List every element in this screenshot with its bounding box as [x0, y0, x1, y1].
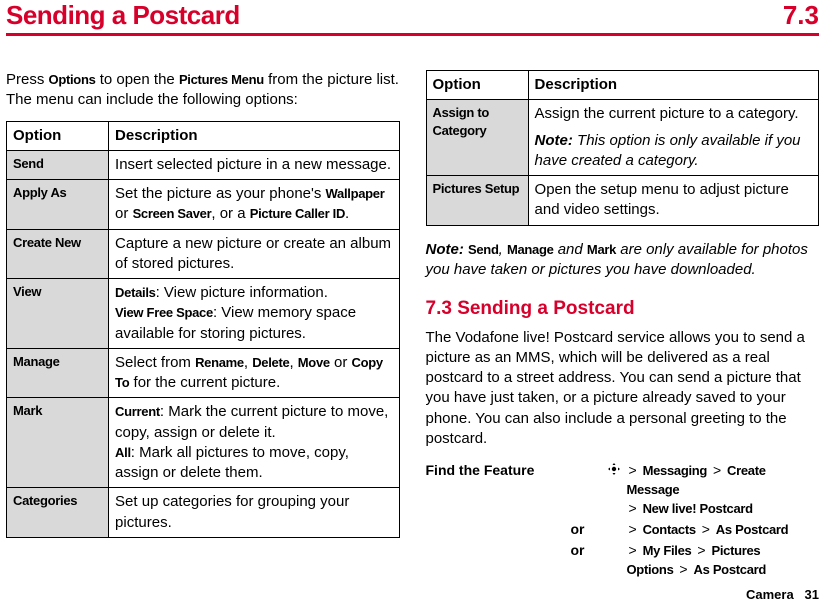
page-footer: Camera 31 — [746, 587, 819, 602]
option-name: Send — [7, 150, 109, 179]
find-row: > Messaging > Create Message > New live!… — [571, 461, 820, 518]
option-desc: Details: View picture information. View … — [109, 279, 399, 349]
table-header-row: Option Description — [426, 71, 819, 100]
options-table-left: Option Description Send Insert selected … — [6, 121, 400, 538]
content-columns: Press Options to open the Pictures Menu … — [0, 42, 835, 580]
options-table-right: Option Description Assign to Category As… — [426, 70, 820, 226]
option-name: Create New — [7, 229, 109, 279]
find-feature-label: Find the Feature — [426, 461, 571, 580]
option-desc: Open the setup menu to adjust picture an… — [528, 176, 818, 226]
find-path: > My Files > Pictures Options > As Postc… — [627, 541, 820, 579]
th-option: Option — [7, 121, 109, 150]
table-row: Create New Capture a new picture or crea… — [7, 229, 400, 279]
page-title: Sending a Postcard — [6, 0, 240, 31]
option-name: Manage — [7, 348, 109, 398]
page-header: Sending a Postcard 7.3 — [0, 0, 835, 42]
note-line: Note: Send, Manage and Mark are only ava… — [426, 240, 820, 281]
option-desc: Set the picture as your phone's Wallpape… — [109, 180, 399, 230]
find-path: > Contacts > As Postcard — [627, 520, 820, 539]
table-row: View Details: View picture information. … — [7, 279, 400, 349]
option-desc: Current: Mark the current picture to mov… — [109, 398, 399, 488]
intro-text: Press Options to open the Pictures Menu … — [6, 70, 400, 111]
option-name: Apply As — [7, 180, 109, 230]
option-desc: Insert selected picture in a new message… — [109, 150, 399, 179]
nav-key-icon — [601, 461, 627, 480]
th-option: Option — [426, 71, 528, 100]
find-feature-block: Find the Feature > Messaging > Create Me… — [426, 461, 820, 580]
header-rule — [6, 33, 819, 36]
table-row: Send Insert selected picture in a new me… — [7, 150, 400, 179]
option-name: View — [7, 279, 109, 349]
table-row: Pictures Setup Open the setup menu to ad… — [426, 176, 819, 226]
find-path: > Messaging > Create Message > New live!… — [627, 461, 820, 518]
table-row: Apply As Set the picture as your phone's… — [7, 180, 400, 230]
option-desc: Assign the current picture to a category… — [528, 100, 818, 176]
option-name: Mark — [7, 398, 109, 488]
left-column: Press Options to open the Pictures Menu … — [6, 70, 400, 580]
option-name: Assign to Category — [426, 100, 528, 176]
find-row: or > Contacts > As Postcard — [571, 520, 820, 539]
table-header-row: Option Description — [7, 121, 400, 150]
table-row: Mark Current: Mark the current picture t… — [7, 398, 400, 488]
footer-section: Camera — [746, 587, 794, 602]
table-row: Manage Select from Rename, Delete, Move … — [7, 348, 400, 398]
option-name: Pictures Setup — [426, 176, 528, 226]
right-column: Option Description Assign to Category As… — [426, 70, 820, 580]
table-row: Assign to Category Assign the current pi… — [426, 100, 819, 176]
option-desc: Select from Rename, Delete, Move or Copy… — [109, 348, 399, 398]
option-name: Categories — [7, 488, 109, 538]
section-number: 7.3 — [783, 0, 819, 31]
subsection-body: The Vodafone live! Postcard service allo… — [426, 328, 820, 450]
th-description: Description — [109, 121, 399, 150]
page: Sending a Postcard 7.3 Press Options to … — [0, 0, 835, 608]
find-row: or > My Files > Pictures Options > As Po… — [571, 541, 820, 579]
th-description: Description — [528, 71, 818, 100]
subsection-title: 7.3 Sending a Postcard — [426, 296, 820, 322]
table-row: Categories Set up categories for groupin… — [7, 488, 400, 538]
option-desc: Capture a new picture or create an album… — [109, 229, 399, 279]
option-desc: Set up categories for grouping your pict… — [109, 488, 399, 538]
footer-page: 31 — [805, 587, 819, 602]
